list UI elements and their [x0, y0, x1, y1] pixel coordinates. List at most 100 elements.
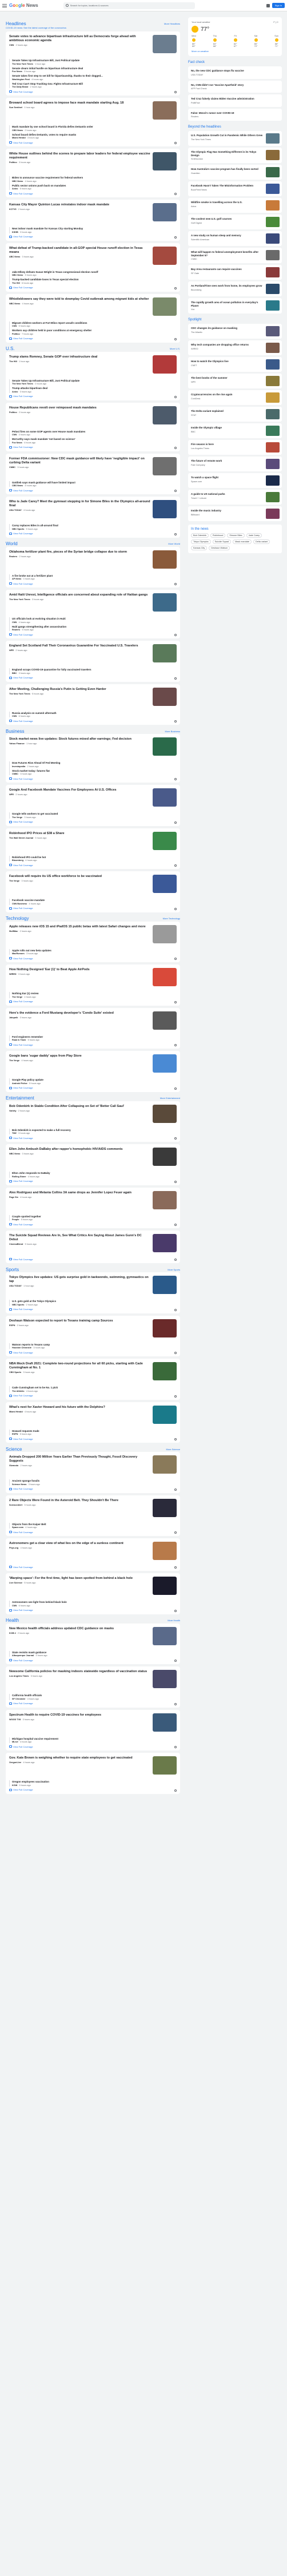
beyond-item[interactable]: Wildfire smoke is travelling across the …	[188, 198, 282, 213]
story-headline[interactable]: House Republicans revolt over reimposed …	[9, 406, 150, 410]
beyond-item[interactable]: A new study on human sleep and memory Sci…	[188, 231, 282, 246]
story-headline[interactable]: Gov. Kate Brown is weighing whether to r…	[9, 1756, 150, 1760]
related-story[interactable]: Oregon employees vaccination KGW · 5 hour…	[12, 1780, 177, 1787]
spotlight-item[interactable]: Why tech companies are dropping office r…	[188, 340, 282, 355]
related-source[interactable]: CNN	[12, 621, 17, 624]
beyond-item[interactable]: Bay Area restaurants can require vaccine…	[188, 265, 282, 280]
story-main[interactable]: Whistleblowers say they were told to dow…	[9, 297, 177, 319]
story-thumbnail[interactable]	[153, 644, 177, 662]
spotlight-thumbnail[interactable]	[266, 409, 280, 419]
beyond-thumbnail[interactable]	[266, 217, 280, 227]
share-icon[interactable]	[174, 91, 177, 93]
related-story[interactable]: Gottlieb says mask guidance will have li…	[12, 481, 177, 487]
related-source[interactable]: Miami Herald	[12, 137, 26, 139]
related-story[interactable]: Watson reports to Texans camp Houston Chr…	[12, 1343, 177, 1349]
related-source[interactable]: The New York Times	[12, 383, 33, 385]
spotlight-headline[interactable]: CDC changes its guidance on masking	[191, 327, 265, 330]
related-story[interactable]: Dow Futures Rise Ahead Of Fed Meeting Inv…	[12, 761, 177, 768]
section-title[interactable]: Sports	[6, 1267, 19, 1272]
related-headline[interactable]: School board defies DeSantis, votes to r…	[12, 133, 177, 137]
story-main[interactable]: New Mexico health officials address upda…	[9, 1626, 177, 1649]
full-coverage-link[interactable]: View Full Coverage	[9, 395, 177, 398]
full-coverage-link[interactable]: View Full Coverage	[9, 446, 177, 449]
related-headline[interactable]: England scraps COVID-19 quarantine for f…	[12, 668, 177, 672]
story-source[interactable]: The Hill	[9, 360, 17, 363]
full-coverage-link[interactable]: View Full Coverage	[9, 1000, 177, 1003]
related-headline[interactable]: Senate takes first step to set bill for …	[12, 74, 177, 78]
beyond-thumbnail[interactable]	[266, 284, 280, 294]
story-source[interactable]: KCTV5	[9, 208, 16, 211]
story-thumbnail[interactable]	[153, 1011, 177, 1030]
story-main[interactable]: Spectrum Health to require COVID-19 vacc…	[9, 1713, 177, 1735]
related-story[interactable]: School board defies DeSantis, votes to r…	[12, 133, 177, 140]
section-title[interactable]: Business	[6, 729, 24, 734]
related-headline[interactable]: McCarthy says mask mandate 'not based on…	[12, 438, 177, 441]
beyond-thumbnail[interactable]	[266, 300, 280, 311]
beyond-headline[interactable]: As PortlandTime sees work from home, its…	[191, 284, 265, 288]
full-coverage-link[interactable]: View Full Coverage	[9, 777, 177, 780]
related-source[interactable]: Science News	[12, 1483, 26, 1486]
related-headline[interactable]: U.S. gets gold at the Tokyo Olympics	[12, 1300, 177, 1303]
topic-chip[interactable]: Mask mandate	[233, 539, 252, 544]
related-headline[interactable]: Carey replaces Biles in all-around final	[12, 524, 177, 527]
related-headline[interactable]: Gottlieb says mask guidance will have li…	[12, 481, 177, 485]
story-source[interactable]: KOB 4	[9, 1632, 16, 1634]
beyond-thumbnail[interactable]	[266, 200, 280, 211]
related-story[interactable]: Cade Cunningham set to be No. 1 pick The …	[12, 1386, 177, 1392]
section-title[interactable]: World	[6, 541, 18, 546]
story-main[interactable]: What defeat of Trump-backed candidate in…	[9, 246, 177, 268]
story-main[interactable]: After Meeting, Challenging Russia's Puti…	[9, 687, 177, 709]
story-headline[interactable]: Astronomers get a clear view of what lie…	[9, 1542, 150, 1546]
story-thumbnail[interactable]	[153, 101, 177, 120]
story-thumbnail[interactable]	[153, 831, 177, 850]
story-main[interactable]: Google bans 'sugar daddy' apps from Play…	[9, 1054, 177, 1076]
story-main[interactable]: Trump slams Romney, Senate GOP over infr…	[9, 355, 177, 377]
related-story[interactable]: Carey replaces Biles in all-around final…	[12, 524, 177, 530]
related-story[interactable]: A fire broke out at a fertilizer plant AP…	[12, 574, 177, 581]
related-headline[interactable]: Ford engineers remember	[12, 1035, 177, 1039]
story-headline[interactable]: What defeat of Trump-backed candidate in…	[9, 247, 150, 255]
related-source[interactable]: Washington Post	[12, 78, 30, 81]
related-headline[interactable]: Nothing Ear (1) review	[12, 992, 177, 995]
story-main[interactable]: Kansas City Mayor Quinton Lucas reinstat…	[9, 203, 177, 225]
related-source[interactable]: CNN	[12, 325, 17, 327]
share-icon[interactable]	[174, 958, 177, 960]
related-story[interactable]: Senate Takes Up Infrastructure Bill, Jus…	[12, 59, 177, 65]
google-news-logo[interactable]: Google News	[9, 3, 38, 8]
full-coverage-link[interactable]: View Full Coverage	[9, 820, 177, 824]
beyond-headline[interactable]: U.S. Population Growth Cut in Pandemic W…	[191, 134, 265, 137]
beyond-headline[interactable]: Facebook Hasn't Taken The Misinformation…	[191, 184, 265, 188]
story-source[interactable]: ESPN	[9, 1324, 15, 1327]
story-source[interactable]: CNBC	[9, 466, 15, 469]
full-coverage-link[interactable]: View Full Coverage	[9, 1788, 177, 1792]
section-more-link[interactable]: More Health	[168, 1619, 180, 1622]
story-main[interactable]: Gov. Kate Brown is weighing whether to r…	[9, 1756, 177, 1778]
story-thumbnail[interactable]	[153, 1498, 177, 1517]
related-source[interactable]: The Verge	[12, 816, 22, 819]
share-icon[interactable]	[174, 1488, 177, 1491]
related-headline[interactable]: Astronomers see light from behind black …	[12, 1601, 177, 1604]
full-coverage-link[interactable]: View Full Coverage	[9, 1180, 177, 1183]
story-headline[interactable]: How Nothing Designed 'Ear (1)' to Beat A…	[9, 968, 150, 972]
section-title[interactable]: Headlines	[6, 21, 26, 26]
story-thumbnail[interactable]	[153, 968, 177, 986]
related-source[interactable]: Bloomberg	[12, 859, 23, 862]
share-icon[interactable]	[174, 1087, 177, 1090]
section-more-link[interactable]: More Business	[165, 730, 180, 733]
related-source[interactable]: Space.com	[12, 1526, 23, 1529]
full-coverage-link[interactable]: View Full Coverage	[9, 1043, 177, 1046]
story-source[interactable]: USA TODAY	[9, 509, 22, 511]
story-headline[interactable]: Facebook will require its US office work…	[9, 875, 150, 879]
full-coverage-link[interactable]: View Full Coverage	[9, 719, 177, 723]
story-thumbnail[interactable]	[153, 1405, 177, 1424]
story-source[interactable]: WIRED	[9, 973, 17, 975]
covid-notice[interactable]: COVID-19 news: See the latest coverage o…	[6, 26, 180, 29]
related-story[interactable]: Workers say children held in poor condit…	[12, 329, 177, 335]
section-more-link[interactable]: More U.S.	[170, 347, 180, 350]
related-source[interactable]: Reuters	[12, 629, 20, 631]
story-headline[interactable]: Former FDA commissioner: New CDC mask gu…	[9, 457, 150, 465]
related-story[interactable]: Migrant children workers at Fort Bliss r…	[12, 321, 177, 328]
spotlight-item[interactable]: How to watch the Olympics live CNET	[188, 357, 282, 372]
story-headline[interactable]: Stock market news live updates: Stock fu…	[9, 737, 150, 741]
related-source[interactable]: CBS News	[12, 129, 23, 132]
